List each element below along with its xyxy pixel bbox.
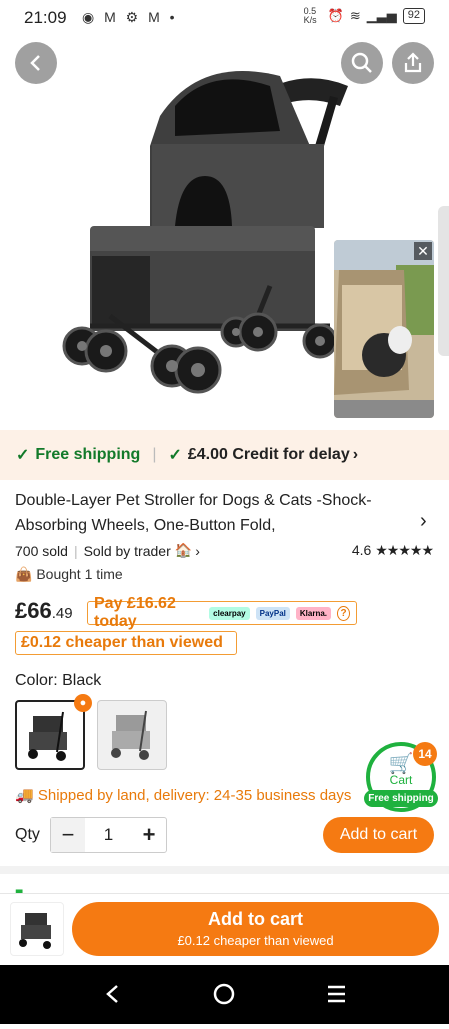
chevron-right-icon[interactable]: › — [195, 543, 200, 559]
free-shipping-label: Free shipping — [35, 446, 141, 463]
wifi-icon: ≋ — [349, 8, 361, 23]
swatch-black[interactable] — [15, 700, 85, 770]
signal-icon: ▁▃▅ — [366, 8, 397, 23]
rating[interactable]: 4.6 ★★★★★ — [351, 542, 434, 559]
nav-menu-icon[interactable] — [328, 985, 345, 1003]
close-icon: ✕ — [417, 243, 429, 259]
price-decimal: .49 — [51, 605, 73, 622]
rating-value: 4.6 — [351, 542, 372, 558]
quantity-stepper: − 1 + — [50, 817, 167, 853]
credit-label: £4.00 Credit for delay — [187, 446, 350, 463]
chevron-left-icon — [30, 55, 40, 71]
swatch-grey[interactable] — [97, 700, 167, 770]
bought-info: 👜 Bought 1 time — [15, 566, 123, 583]
sold-by-link[interactable]: Sold by trader — [84, 543, 171, 559]
share-button[interactable] — [392, 42, 434, 84]
sold-count: 700 sold — [15, 542, 68, 559]
cart-free-shipping: Free shipping — [364, 790, 438, 807]
search-button[interactable] — [341, 42, 383, 84]
price: £66.49 — [15, 598, 73, 624]
bag-icon: 👜 — [15, 566, 33, 582]
video-thumbnail[interactable]: ✕ — [334, 240, 434, 418]
sales-info: 700 sold | Sold by trader 🏠 › — [15, 542, 200, 559]
qty-label: Qty — [15, 826, 40, 843]
alarm-icon: ⏰ — [327, 8, 344, 23]
notification-icons: ◉ M ⚙ M • — [82, 9, 178, 25]
paypal-logo: PayPal — [255, 606, 290, 620]
status-bar: 21:09 ◉ M ⚙ M • 0.5 K/s ⏰ ≋ ▁▃▅ 92 — [0, 0, 449, 36]
product-title[interactable]: Double-Layer Pet Stroller for Dogs & Cat… — [15, 488, 410, 538]
share-icon — [404, 52, 422, 73]
cart-label: Cart — [389, 773, 413, 787]
cheaper-badge: £0.12 cheaper than viewed — [15, 631, 237, 655]
system-nav-bar — [0, 965, 449, 1024]
star-icons: ★★★★★ — [375, 542, 434, 558]
chevron-right-icon: › — [352, 446, 359, 463]
pay-today-label: Pay £16.62 today — [94, 595, 176, 630]
bought-label: Bought 1 time — [36, 566, 123, 582]
cart-thumbnail[interactable] — [10, 902, 64, 956]
stroller-black-image — [28, 711, 67, 761]
shipping-label: Shipped by land, delivery: 24-35 busines… — [37, 787, 352, 804]
status-right: 0.5 K/s ⏰ ≋ ▁▃▅ 92 — [304, 7, 425, 25]
check-icon: ✓ — [168, 447, 182, 464]
nav-home-icon[interactable] — [213, 983, 235, 1005]
add-to-cart-main-button[interactable]: Add to cart £0.12 cheaper than viewed — [72, 902, 439, 956]
divider: | — [152, 446, 157, 463]
store-icon: 🏠 — [174, 542, 193, 558]
nav-icons — [106, 983, 345, 1005]
stroller-grey-image — [111, 710, 150, 760]
search-icon — [351, 52, 372, 73]
nav-back-icon[interactable] — [106, 985, 118, 1003]
section-divider — [0, 866, 449, 874]
price-main: £66 — [15, 598, 52, 623]
scroll-indicator — [438, 206, 449, 356]
add-to-cart-main-sub: £0.12 cheaper than viewed — [177, 933, 334, 948]
qty-value[interactable]: 1 — [85, 818, 132, 852]
truck-icon: 🚚 — [15, 787, 34, 804]
add-to-cart-button[interactable]: Add to cart — [323, 817, 434, 853]
decrement-button[interactable]: − — [51, 818, 85, 852]
net-speed: 0.5 K/s — [303, 6, 317, 25]
klarna-logo: Klarna. — [295, 606, 331, 620]
chevron-right-icon[interactable]: › — [420, 510, 427, 533]
cart-count-badge: 14 — [413, 742, 437, 766]
hot-icon: ● — [74, 694, 92, 712]
check-icon: ✓ — [16, 447, 30, 464]
dog-video-image — [334, 240, 434, 418]
stroller-thumb-image — [19, 913, 51, 949]
help-icon[interactable]: ? — [337, 605, 350, 621]
status-time: 21:09 — [24, 8, 67, 27]
promo-banner[interactable]: ✓ Free shipping | ✓ £4.00 Credit for del… — [0, 430, 449, 480]
back-button[interactable] — [15, 42, 57, 84]
divider: | — [73, 542, 78, 559]
add-to-cart-main-label: Add to cart — [207, 909, 303, 929]
clearpay-logo: clearpay — [209, 606, 250, 620]
close-video-button[interactable]: ✕ — [414, 242, 432, 260]
increment-button[interactable]: + — [132, 818, 166, 852]
battery-icon: 92 — [402, 8, 425, 24]
color-label: Color: Black — [15, 672, 102, 689]
shipping-info[interactable]: 🚚 Shipped by land, delivery: 24-35 busin… — [15, 786, 351, 804]
pay-today-badge[interactable]: Pay £16.62 today clearpay PayPal Klarna.… — [87, 595, 357, 630]
